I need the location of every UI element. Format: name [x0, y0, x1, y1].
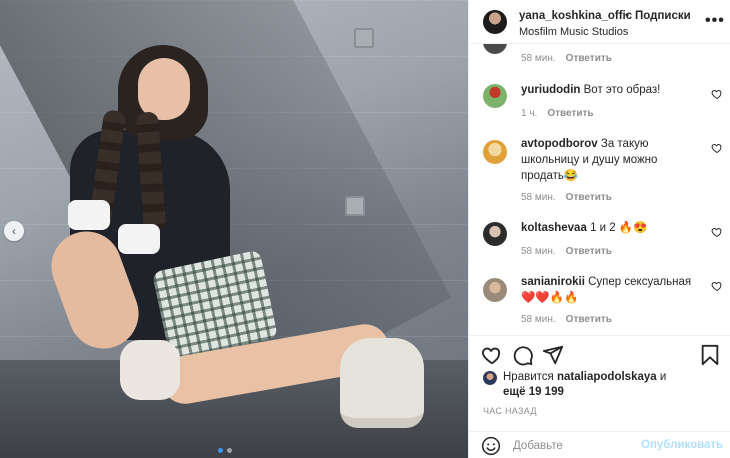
comments-list[interactable]: 58 мин. Ответить yuriudodin Вот это обра… — [469, 44, 730, 335]
post-username[interactable]: yana_koshkina_offic — [519, 10, 632, 22]
heart-icon[interactable] — [711, 88, 723, 100]
comment-text: sanianirokii Супер сексуальная ❤️❤️🔥🔥 — [521, 274, 701, 306]
comment-text: koltashevaa 1 и 2 🔥😍 — [521, 220, 701, 236]
comment-meta: 58 мин. Ответить — [521, 314, 612, 325]
comment-text: avtopodborov За такую школьницу и душу м… — [521, 136, 701, 184]
post-panel: yana_koshkina_offic • Подписки Mosfilm M… — [468, 0, 730, 458]
comment-username[interactable]: koltashevaa — [521, 222, 587, 234]
reply-button[interactable]: Ответить — [566, 53, 612, 64]
comment-time: 58 мин. — [521, 246, 556, 257]
likes-text: Нравится nataliapodolskaya и ещё 19 199 — [503, 370, 666, 400]
comment-meta: 58 мин. Ответить — [521, 192, 612, 203]
carousel-dots — [218, 448, 232, 453]
carousel-dot — [218, 448, 223, 453]
carousel-prev-button[interactable]: ‹ — [4, 221, 24, 241]
publish-button[interactable]: Опубликовать — [641, 439, 723, 451]
door-latch — [345, 196, 365, 216]
post-location[interactable]: Mosfilm Music Studios — [519, 26, 628, 38]
figure-cuff — [118, 224, 160, 254]
comment-username[interactable]: avtopodborov — [521, 138, 598, 150]
comment-time: 58 мин. — [521, 53, 556, 64]
comment-username[interactable]: sanianirokii — [521, 276, 585, 288]
comment-composer: Опубликовать — [469, 431, 730, 458]
avatar[interactable] — [483, 10, 507, 34]
figure-face — [138, 58, 190, 120]
comment-username[interactable]: yuriudodin — [521, 84, 580, 96]
comment-meta: 58 мин. Ответить — [521, 53, 612, 64]
likes-joiner: и — [659, 371, 667, 383]
comment-icon[interactable] — [512, 344, 534, 366]
post-timestamp[interactable]: ЧАС НАЗАД — [483, 406, 537, 416]
heart-icon[interactable] — [711, 226, 723, 238]
comment-body: 1 и 2 🔥😍 — [590, 222, 648, 234]
like-icon[interactable] — [481, 344, 503, 366]
header-separator: • — [625, 10, 630, 22]
reply-button[interactable]: Ответить — [566, 246, 612, 257]
comment-body: Вот это образ! — [583, 84, 661, 96]
comment-time: 58 мин. — [521, 192, 556, 203]
heart-icon[interactable] — [711, 142, 723, 154]
comment-input[interactable] — [513, 436, 633, 456]
reply-button[interactable]: Ответить — [566, 192, 612, 203]
figure-shoe — [120, 340, 180, 400]
avatar[interactable] — [483, 278, 507, 302]
post-header: yana_koshkina_offic • Подписки Mosfilm M… — [469, 0, 730, 44]
bookmark-icon[interactable] — [699, 344, 721, 366]
avatar[interactable] — [483, 44, 507, 54]
follow-button[interactable]: Подписки — [635, 10, 691, 22]
comment-meta: 58 мин. Ответить — [521, 246, 612, 257]
door-latch — [354, 28, 374, 48]
avatar[interactable] — [483, 84, 507, 108]
avatar[interactable] — [483, 222, 507, 246]
carousel-dot — [227, 448, 232, 453]
chevron-left-icon: ‹ — [12, 224, 16, 238]
emoji-icon[interactable] — [481, 436, 501, 456]
comment-text: yuriudodin Вот это образ! — [521, 82, 701, 98]
figure-shoe — [340, 338, 424, 428]
comment-meta: 1 ч. Ответить — [521, 108, 594, 119]
avatar[interactable] — [483, 140, 507, 164]
liker-avatar — [483, 371, 497, 385]
figure-cuff — [68, 200, 110, 230]
reply-button[interactable]: Ответить — [566, 314, 612, 325]
likes-prefix: Нравится — [503, 371, 554, 383]
reply-button[interactable]: Ответить — [547, 108, 593, 119]
likes-user[interactable]: nataliapodolskaya — [557, 371, 657, 383]
likes-summary[interactable]: Нравится nataliapodolskaya и ещё 19 199 — [483, 370, 713, 400]
heart-icon[interactable] — [711, 280, 723, 292]
more-options-icon[interactable]: ••• — [705, 12, 725, 30]
post-actions: Нравится nataliapodolskaya и ещё 19 199 … — [469, 335, 730, 431]
comment-time: 58 мин. — [521, 314, 556, 325]
post-photo[interactable]: ‹ — [0, 0, 468, 458]
share-icon[interactable] — [542, 344, 564, 366]
likes-count[interactable]: ещё 19 199 — [503, 386, 564, 398]
comment-time: 1 ч. — [521, 108, 538, 119]
